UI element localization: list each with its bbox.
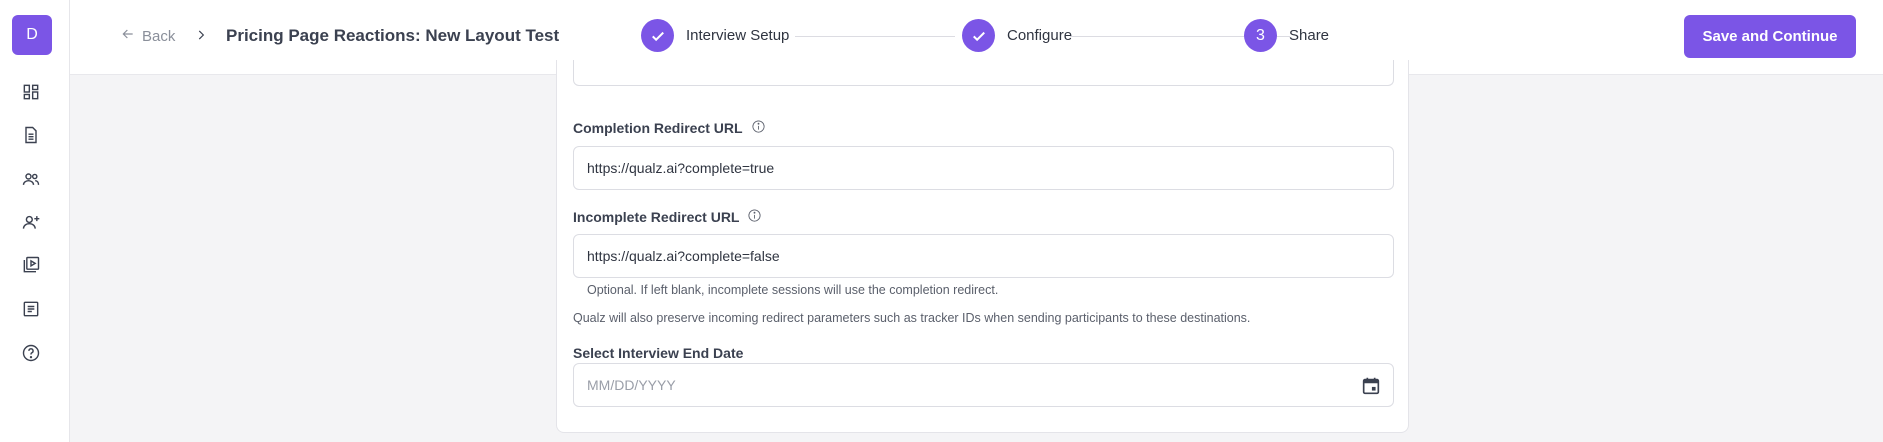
step-check-icon [962, 19, 995, 52]
previous-field-edge [573, 60, 1394, 86]
users-icon[interactable] [19, 167, 43, 191]
back-label: Back [142, 27, 176, 45]
step-configure[interactable]: Configure [962, 19, 1072, 52]
incomplete-redirect-input[interactable] [573, 234, 1394, 278]
incomplete-redirect-hint: Optional. If left blank, incomplete sess… [587, 283, 999, 297]
chevron-right-icon [194, 28, 208, 42]
step-interview-setup[interactable]: Interview Setup [641, 19, 789, 52]
end-date-input[interactable] [573, 363, 1394, 407]
completion-redirect-input[interactable] [573, 146, 1394, 190]
document-icon[interactable] [19, 123, 43, 147]
step-label: Interview Setup [686, 27, 790, 44]
video-library-icon[interactable] [19, 253, 43, 277]
page-title: Pricing Page Reactions: New Layout Test [226, 26, 560, 45]
save-and-continue-button[interactable]: Save and Continue [1684, 15, 1856, 58]
incomplete-redirect-label: Incomplete Redirect URL [573, 208, 762, 226]
stepper-connector [795, 36, 955, 37]
avatar[interactable]: D [12, 15, 52, 55]
info-icon[interactable] [751, 119, 766, 137]
calendar-icon[interactable] [1360, 375, 1382, 397]
end-date-label: Select Interview End Date [573, 345, 744, 361]
redirect-parameters-note: Qualz will also preserve incoming redire… [573, 311, 1251, 325]
step-check-icon [641, 19, 674, 52]
completion-redirect-label: Completion Redirect URL [573, 119, 766, 137]
step-number: 3 [1244, 19, 1277, 52]
article-icon[interactable] [19, 297, 43, 321]
step-label: Share [1289, 27, 1330, 44]
help-icon[interactable] [19, 341, 43, 365]
step-share[interactable]: 3 Share [1244, 19, 1329, 52]
step-label: Configure [1007, 27, 1073, 44]
dashboard-icon[interactable] [19, 80, 43, 104]
info-icon[interactable] [747, 208, 762, 226]
back-button[interactable]: Back [120, 26, 175, 46]
add-user-icon[interactable] [19, 210, 43, 234]
share-settings-card: Completion Redirect URL Incomplete Redir… [556, 60, 1409, 433]
sidebar: D [0, 0, 70, 442]
arrow-left-icon [120, 26, 136, 46]
